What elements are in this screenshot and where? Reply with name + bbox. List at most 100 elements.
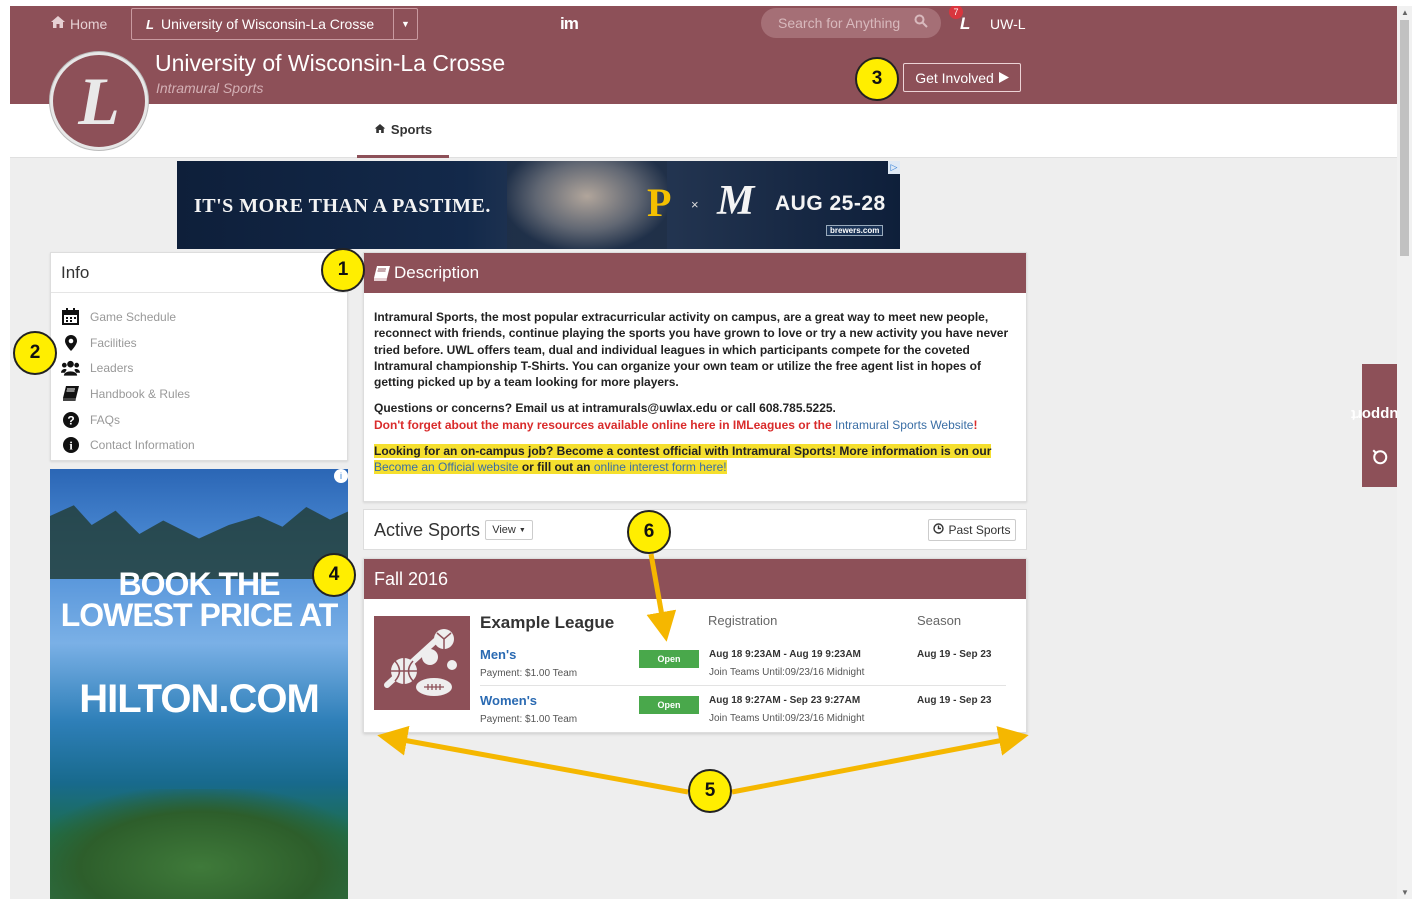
school-logo: L xyxy=(50,52,148,150)
info-panel: Info Game Schedule Facilities Leaders Ha… xyxy=(50,252,348,461)
search-input[interactable]: Search for Anything xyxy=(761,8,941,38)
active-sports-title: Active Sports xyxy=(374,520,481,540)
user-menu[interactable]: UW-L xyxy=(990,16,1026,32)
job-text: Looking for an on-campus job? Become a c… xyxy=(374,444,992,459)
division-name-link[interactable]: Women's xyxy=(480,693,537,708)
description-intro: Intramural Sports, the most popular extr… xyxy=(374,310,1009,390)
season-column-header: Season xyxy=(917,613,962,628)
users-icon xyxy=(61,359,80,377)
banner-ad[interactable]: IT'S MORE THAN A PASTIME. P × M AUG 25-2… xyxy=(177,161,900,249)
play-icon xyxy=(998,70,1009,86)
svg-text:?: ? xyxy=(67,413,74,427)
interest-form-link[interactable]: online interest form here! xyxy=(593,460,727,475)
registration-window: Aug 18 9:27AM - Sep 23 9:27AM xyxy=(709,695,861,706)
support-label: Support xyxy=(1350,406,1397,423)
ad-island-image xyxy=(50,789,348,899)
callout-1: 1 xyxy=(321,248,365,292)
info-item-label: Facilities xyxy=(90,335,137,350)
scroll-up-icon[interactable]: ▲ xyxy=(1401,8,1409,17)
description-contact: Questions or concerns? Email us at intra… xyxy=(374,400,1016,433)
description-panel: Description Intramural Sports, the most … xyxy=(363,252,1027,502)
info-item-label: Handbook & Rules xyxy=(90,386,191,401)
search-icon[interactable] xyxy=(914,14,928,31)
calendar-icon xyxy=(61,308,80,326)
info-item-contact[interactable]: i Contact Information xyxy=(51,432,347,458)
adchoices-icon[interactable]: i xyxy=(334,469,348,483)
division-row: Men's Payment: $1.00 Team Open Aug 18 9:… xyxy=(480,647,1005,687)
join-deadline: Join Teams Until:09/23/16 Midnight xyxy=(709,713,865,724)
season-dates: Aug 19 - Sep 23 xyxy=(917,649,992,660)
page-subtitle: Intramural Sports xyxy=(156,80,264,96)
league-name[interactable]: Example League xyxy=(480,613,614,633)
page-title: University of Wisconsin-La Crosse xyxy=(155,50,506,76)
past-sports-button[interactable]: Past Sports xyxy=(928,519,1016,541)
side-ad[interactable]: BOOK THE LOWEST PRICE AT HILTON.COM i xyxy=(50,469,348,899)
uwl-avatar-icon[interactable]: L xyxy=(960,14,970,34)
registration-column-header: Registration xyxy=(708,613,778,628)
season-panel: Fall 2016 Example League Registration Se… xyxy=(363,558,1027,733)
tab-sports-label: Sports xyxy=(390,122,433,137)
row-divider xyxy=(480,685,1006,686)
get-involved-button[interactable]: Get Involved xyxy=(903,63,1021,92)
info-item-label: Leaders xyxy=(90,361,134,376)
home-link[interactable]: Home xyxy=(50,15,107,32)
question-icon: ? xyxy=(61,411,80,429)
intramural-website-link[interactable]: Intramural Sports Website xyxy=(835,418,974,432)
active-sports-bar: Active Sports View ▼ Past Sports xyxy=(363,509,1027,550)
info-item-leaders[interactable]: Leaders xyxy=(51,355,347,381)
division-name-link[interactable]: Men's xyxy=(480,647,516,662)
resources-text: Don't forget about the many resources av… xyxy=(374,417,835,432)
resources-end: ! xyxy=(973,417,978,432)
home-label: Home xyxy=(70,15,108,32)
map-marker-icon xyxy=(61,334,80,352)
chevron-down-icon[interactable]: ▼ xyxy=(393,9,417,39)
status-badge-open[interactable]: Open xyxy=(639,650,699,668)
school-logo-icon: L xyxy=(78,63,120,139)
info-item-game-schedule[interactable]: Game Schedule xyxy=(51,304,347,330)
school-selector[interactable]: L University of Wisconsin-La Crosse ▼ xyxy=(131,8,418,40)
info-item-label: FAQs xyxy=(90,412,121,427)
info-item-label: Contact Information xyxy=(90,438,195,453)
info-item-handbook[interactable]: Handbook & Rules xyxy=(51,381,347,407)
uwl-logo-icon: L xyxy=(146,16,154,32)
contact-text: Questions or concerns? Email us at intra… xyxy=(374,401,836,416)
view-dropdown-button[interactable]: View ▼ xyxy=(485,520,533,540)
tab-sports[interactable]: Sports xyxy=(357,104,449,158)
adchoices-icon[interactable]: ▷ xyxy=(888,161,900,174)
become-official-link[interactable]: Become an Official website xyxy=(374,460,519,475)
view-label: View xyxy=(492,524,516,536)
callout-2: 2 xyxy=(13,331,57,375)
join-deadline: Join Teams Until:09/23/16 Midnight xyxy=(709,667,865,678)
info-item-faqs[interactable]: ? FAQs xyxy=(51,407,347,433)
callout-5: 5 xyxy=(688,769,732,813)
pirates-logo: P xyxy=(647,180,672,225)
school-header: University of Wisconsin-La Crosse Intram… xyxy=(10,44,1397,104)
registration-window: Aug 18 9:23AM - Aug 19 9:23AM xyxy=(709,649,861,660)
info-item-label: Game Schedule xyxy=(90,309,177,324)
info-list: Game Schedule Facilities Leaders Handboo… xyxy=(51,293,347,458)
callout-3: 3 xyxy=(855,57,899,101)
scrollbar-thumb[interactable] xyxy=(1400,20,1409,256)
scroll-down-icon[interactable]: ▼ xyxy=(1401,888,1409,897)
home-icon xyxy=(374,122,386,137)
support-tab[interactable]: Support xyxy=(1351,364,1397,487)
get-involved-label: Get Involved xyxy=(915,69,994,86)
search-placeholder: Search for Anything xyxy=(778,15,901,31)
app-frame: Home L University of Wisconsin-La Crosse… xyxy=(10,6,1397,899)
school-selector-label: University of Wisconsin-La Crosse xyxy=(160,16,375,32)
book-icon xyxy=(374,265,390,281)
ad-headline: IT'S MORE THAN A PASTIME. xyxy=(194,195,491,217)
description-title: Description xyxy=(394,263,480,282)
callout-6: 6 xyxy=(627,510,671,554)
ad-brand: brewers.com xyxy=(826,225,884,236)
callout-4: 4 xyxy=(312,553,356,597)
division-payment: Payment: $1.00 Team xyxy=(480,668,578,679)
scrollbar[interactable]: ▲ ▼ xyxy=(1397,6,1412,899)
info-item-facilities[interactable]: Facilities xyxy=(51,330,347,356)
caret-down-icon: ▼ xyxy=(518,526,526,534)
status-badge-open[interactable]: Open xyxy=(639,696,699,714)
past-sports-label: Past Sports xyxy=(948,523,1011,537)
imleagues-logo[interactable]: im xyxy=(560,14,579,34)
description-body: Intramural Sports, the most popular extr… xyxy=(364,293,1026,476)
clock-icon xyxy=(933,523,945,537)
